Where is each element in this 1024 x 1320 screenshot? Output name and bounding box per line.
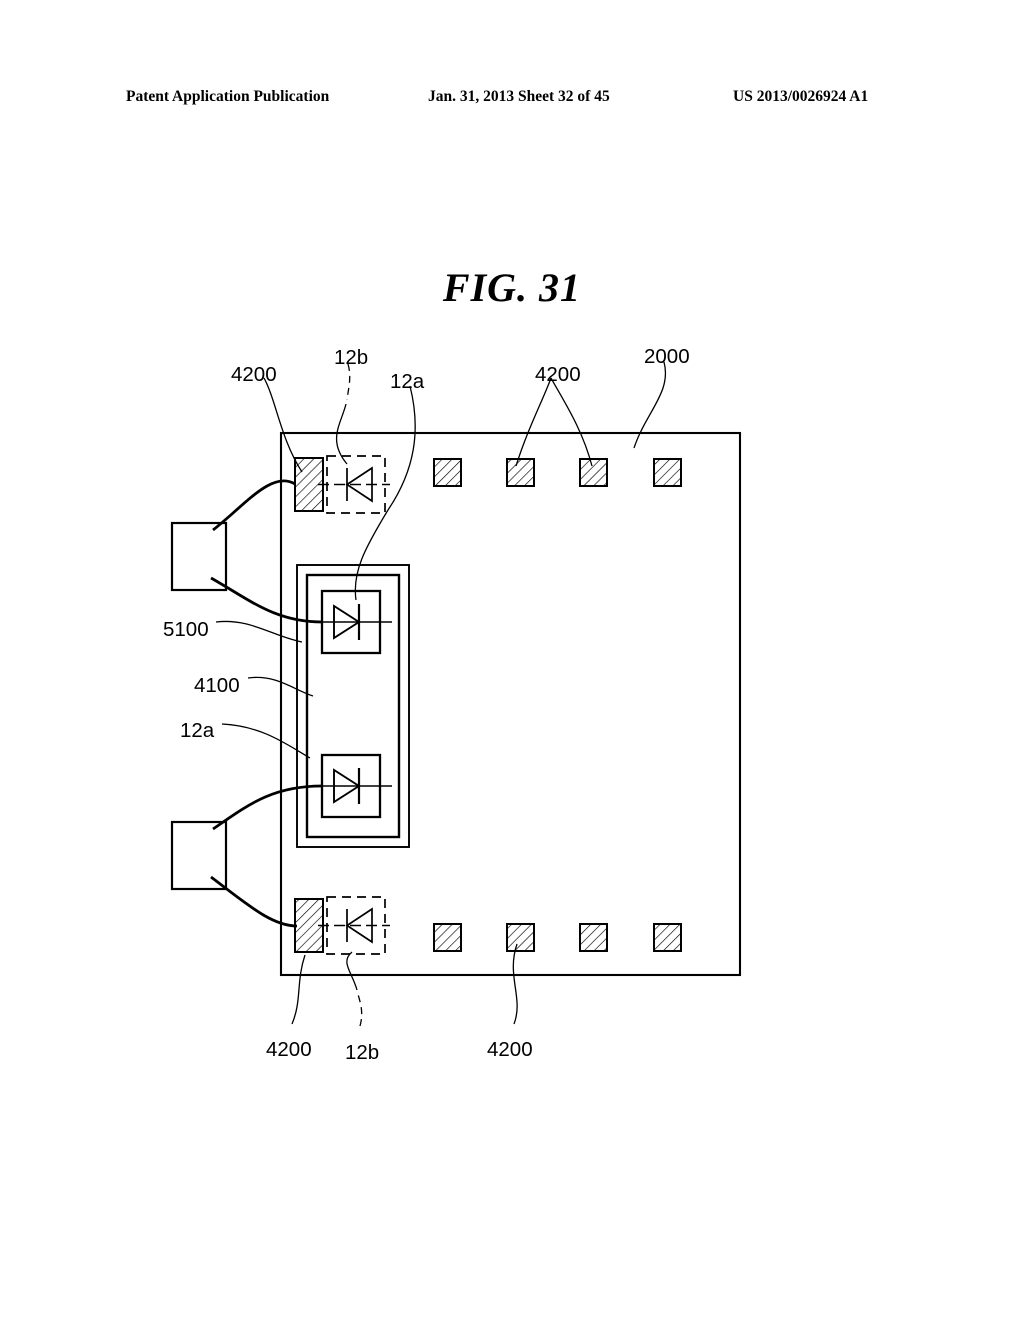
patent-sheet: Patent Application Publication Jan. 31, … [0, 0, 1024, 1320]
label-4100-left: 4100 [194, 674, 240, 697]
label-12a-top: 12a [390, 370, 425, 393]
label-12b-top: 12b [334, 346, 369, 369]
label-12b-bottom: 12b [345, 1041, 380, 1064]
label-4200-top-right: 4200 [535, 363, 581, 386]
bonding-pad-4200 [506, 923, 535, 952]
leader-bottom-12b [357, 993, 363, 1027]
bonding-pad-4200 [506, 458, 535, 487]
external-connector-bottom [170, 820, 228, 891]
label-4200-top-left: 4200 [231, 363, 277, 386]
bonding-pad-4200 [653, 458, 682, 487]
bonding-pad-4200 [433, 458, 462, 487]
bonding-pad-4200 [653, 923, 682, 952]
led-chip-12a-bottom [310, 753, 392, 819]
label-4200-bottom-right: 4200 [487, 1038, 533, 1061]
led-chip-12a-top [310, 589, 392, 655]
bonding-pad-4200 [579, 923, 608, 952]
label-12a-left: 12a [180, 719, 215, 742]
figure-drawing [170, 361, 742, 1027]
label-5100-left: 5100 [163, 618, 209, 641]
external-connector-top [170, 521, 228, 592]
bonding-pad-4200 [579, 458, 608, 487]
bonding-pad-4200 [433, 923, 462, 952]
label-2000-top: 2000 [644, 345, 690, 368]
label-4200-bottom-left: 4200 [266, 1038, 312, 1061]
package-body-2000 [279, 431, 742, 977]
